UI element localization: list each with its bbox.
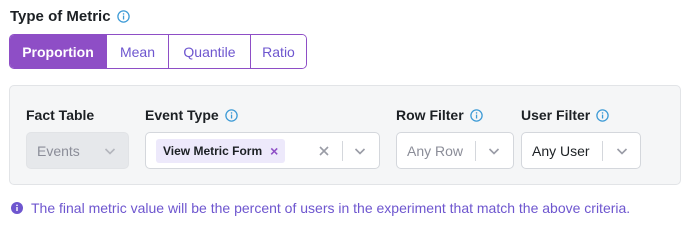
info-icon[interactable] xyxy=(116,9,130,23)
user-filter-label-text: User Filter xyxy=(521,107,591,123)
info-icon[interactable] xyxy=(596,108,609,122)
row-filter-label-text: Row Filter xyxy=(396,107,464,123)
chevron-down-icon xyxy=(103,133,117,168)
info-filled-icon xyxy=(11,201,24,215)
row-filter-select[interactable]: Any Row xyxy=(396,132,514,169)
metric-type-quantile-button[interactable]: Quantile xyxy=(168,35,250,68)
fact-table-select: Events xyxy=(26,132,129,169)
metric-type-proportion-button[interactable]: Proportion xyxy=(10,35,106,68)
metric-type-ratio-button[interactable]: Ratio xyxy=(250,35,306,68)
event-type-label-text: Event Type xyxy=(145,107,219,123)
clear-icon[interactable] xyxy=(318,133,330,168)
event-type-select[interactable]: View Metric Form × xyxy=(145,132,380,169)
user-filter-label: User Filter xyxy=(521,106,609,124)
row-filter-label: Row Filter xyxy=(396,106,483,124)
indicator-separator xyxy=(475,141,476,161)
fact-table-label: Fact Table xyxy=(26,106,94,124)
metric-type-header: Type of Metric xyxy=(10,6,130,26)
info-icon[interactable] xyxy=(224,108,238,122)
metric-type-selector: Proportion Mean Quantile Ratio xyxy=(9,34,307,69)
indicator-separator xyxy=(602,141,603,161)
row-filter-placeholder: Any Row xyxy=(407,142,464,159)
chevron-down-icon[interactable] xyxy=(615,133,629,168)
section-title: Type of Metric xyxy=(10,7,111,25)
indicator-separator xyxy=(342,141,343,161)
chevron-down-icon[interactable] xyxy=(353,133,367,168)
metric-criteria-panel: Fact Table Events Event Type View Metric… xyxy=(9,85,681,185)
info-icon[interactable] xyxy=(469,108,483,122)
event-type-label: Event Type xyxy=(145,106,238,124)
event-type-chip: View Metric Form × xyxy=(156,138,286,163)
metric-type-mean-button[interactable]: Mean xyxy=(106,35,168,68)
metric-info-note: The final metric value will be the perce… xyxy=(11,200,630,216)
user-filter-value: Any User xyxy=(532,142,590,159)
fact-table-label-text: Fact Table xyxy=(26,107,95,123)
event-type-chip-label: View Metric Form xyxy=(163,143,263,158)
user-filter-select[interactable]: Any User xyxy=(521,132,641,169)
remove-chip-icon[interactable]: × xyxy=(270,144,278,158)
fact-table-value: Events xyxy=(37,142,80,159)
note-text: The final metric value will be the perce… xyxy=(31,200,631,216)
chevron-down-icon[interactable] xyxy=(487,133,501,168)
